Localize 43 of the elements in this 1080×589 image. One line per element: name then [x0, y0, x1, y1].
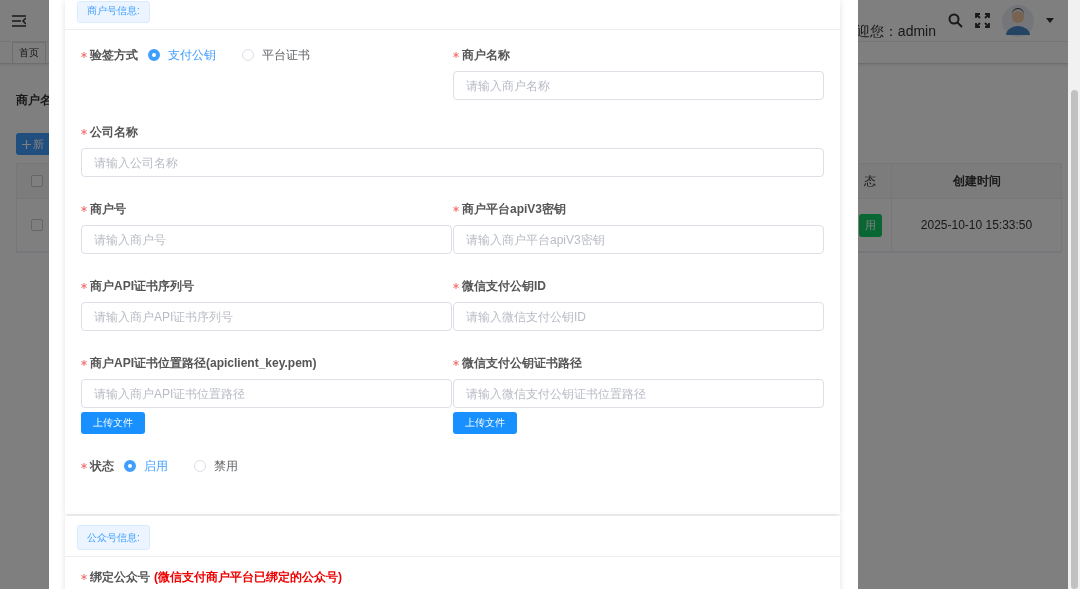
- upload-button[interactable]: 上传文件: [81, 412, 145, 434]
- search-icon[interactable]: [948, 13, 963, 28]
- radio-option[interactable]: 支付公钥: [148, 46, 216, 64]
- input-field[interactable]: 请输入商户名称: [453, 71, 824, 100]
- field-label: 状态: [81, 456, 114, 476]
- table-cell: 2025-10-10 15:33:50: [891, 199, 1061, 251]
- field-label: 商户平台apiV3密钥: [453, 199, 824, 219]
- input-field[interactable]: 请输入商户API证书位置路径: [81, 379, 452, 408]
- radio-option[interactable]: 启用: [124, 457, 168, 475]
- menu-icon[interactable]: [12, 14, 26, 27]
- input-field[interactable]: 请输入商户号: [81, 225, 452, 254]
- field-label: 验签方式: [81, 45, 138, 65]
- radio-option[interactable]: 平台证书: [242, 46, 310, 64]
- status-tag: 用: [858, 213, 882, 237]
- field-label: 微信支付公钥证书路径: [453, 353, 824, 373]
- radio-option[interactable]: 禁用: [194, 457, 238, 475]
- checkbox[interactable]: [31, 175, 43, 187]
- checkbox[interactable]: [31, 219, 43, 231]
- field-label: 微信支付公钥ID: [453, 276, 824, 296]
- field-label: 商户号: [81, 199, 452, 219]
- page-tab[interactable]: 首页: [12, 41, 46, 64]
- upload-button[interactable]: 上传文件: [453, 412, 517, 434]
- column-header: 态: [863, 172, 877, 190]
- field-label: 商户API证书位置路径(apiclient_key.pem): [81, 353, 452, 373]
- scrollbar[interactable]: [1068, 0, 1080, 589]
- input-field[interactable]: 请输入公司名称: [81, 148, 824, 177]
- welcome-text: 迎您：admin: [855, 22, 936, 41]
- input-field[interactable]: 请输入微信支付公钥证书位置路径: [453, 379, 824, 408]
- section-title: 商户号信息:: [77, 1, 150, 23]
- section-title: 公众号信息:: [77, 525, 150, 550]
- caret-icon[interactable]: [1046, 18, 1054, 23]
- input-field[interactable]: 请输入商户平台apiV3密钥: [453, 225, 824, 254]
- input-field[interactable]: 请输入商户API证书序列号: [81, 302, 452, 331]
- add-button[interactable]: 新: [16, 133, 52, 155]
- field-label: 商户API证书序列号: [81, 276, 452, 296]
- fullscreen-icon[interactable]: [975, 13, 990, 28]
- column-header: 创建时间: [891, 164, 1061, 198]
- field-label: 绑定公众号 (微信支付商户平台已绑定的公众号): [81, 567, 824, 587]
- input-field[interactable]: 请输入微信支付公钥ID: [453, 302, 824, 331]
- field-label: 商户名称: [453, 45, 824, 65]
- plus-icon: [22, 139, 31, 149]
- avatar-icon[interactable]: [1002, 4, 1034, 37]
- field-label: 公司名称: [81, 122, 824, 142]
